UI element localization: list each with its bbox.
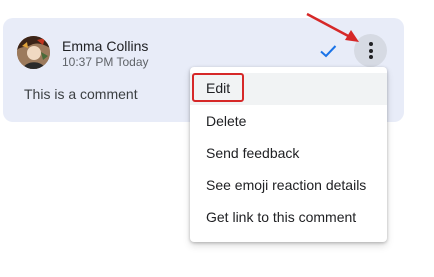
- more-vert-icon: [368, 42, 373, 46]
- menu-item-label: Edit: [206, 80, 231, 96]
- menu-item-get-link[interactable]: Get link to this comment: [190, 202, 387, 234]
- comment-timestamp: 10:37 PM Today: [62, 55, 149, 69]
- comment-author-name: Emma Collins: [62, 38, 149, 54]
- comment-text: This is a comment: [24, 86, 138, 102]
- menu-item-label: See emoji reaction details: [206, 177, 367, 193]
- avatar-image: [17, 36, 50, 69]
- menu-item-delete[interactable]: Delete: [190, 106, 387, 138]
- menu-item-label: Send feedback: [206, 145, 300, 161]
- menu-item-edit[interactable]: Edit: [190, 73, 387, 105]
- menu-item-label: Get link to this comment: [206, 209, 357, 225]
- more-options-button[interactable]: [354, 34, 387, 67]
- menu-item-see-emoji-reaction-details[interactable]: See emoji reaction details: [190, 170, 387, 202]
- menu-item-label: Delete: [206, 113, 247, 129]
- checkmark-icon: [320, 45, 337, 58]
- resolve-button[interactable]: [318, 41, 338, 61]
- menu-item-send-feedback[interactable]: Send feedback: [190, 138, 387, 170]
- avatar: [17, 36, 50, 69]
- comment-options-menu: Edit Delete Send feedback See emoji reac…: [190, 67, 387, 242]
